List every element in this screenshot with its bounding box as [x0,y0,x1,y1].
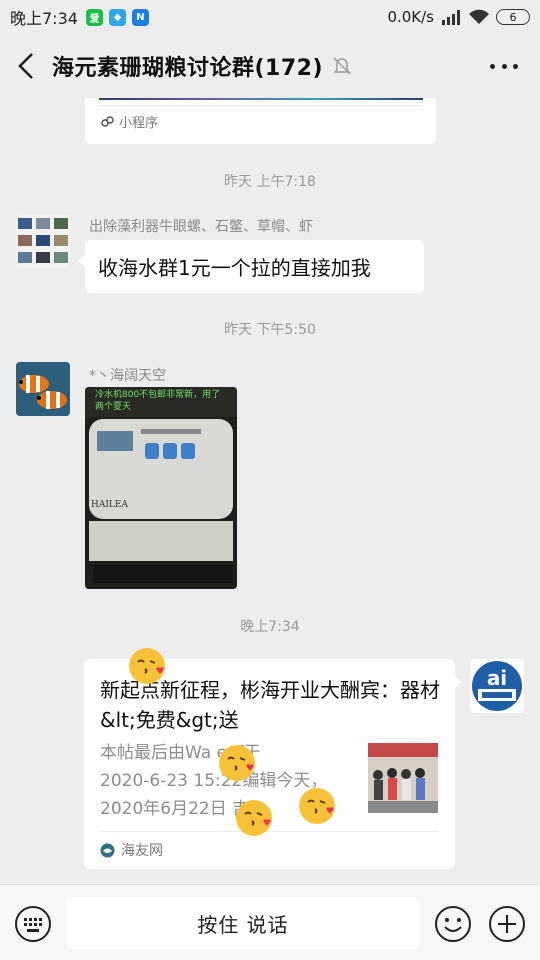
kissing-face-emoji [129,648,165,684]
sender-name: *丶海阔天空 [89,368,166,384]
site-logo-icon [100,843,115,857]
avatar[interactable] [16,362,70,416]
link-thumbnail [368,743,438,813]
status-time: 晚上7:34 [10,9,78,28]
app-icon-blue: ◆ [108,8,126,26]
more-dot [513,63,518,69]
photo-brand-text: HAILEA [91,500,128,510]
svg-text:ai: ai [487,666,507,690]
emoji-icon[interactable] [434,905,472,943]
photo-caption-overlay: 冷水机800不包邮非常新，用了两个夏天 [95,390,221,412]
back-button[interactable] [0,34,52,98]
chat-messages[interactable]: 小程序 昨天 上午7:18 出除藻利器牛眼螺、石鳖、草帽、虾 收海水群1元一个拉… [0,98,540,884]
keyboard-toggle-icon[interactable] [14,905,52,943]
mini-program-divider [99,105,422,106]
self-avatar[interactable]: ai [470,659,524,713]
iqiyi-icon: 爱 [85,8,103,26]
kissing-face-emoji [299,788,335,824]
clownfish-avatar-image [16,362,70,416]
kissing-face-emoji [219,745,255,781]
mini-program-label: 小程序 [119,116,159,131]
mini-program-image-strip [99,98,423,100]
link-source-name: 海友网 [121,843,163,859]
more-options-button[interactable] [484,52,524,80]
hold-to-talk-button[interactable]: 按住 说话 [66,897,420,949]
input-bar: 按住 说话 [0,884,540,960]
sender-name: 出除藻利器牛眼螺、石鳖、草帽、虾 [89,219,313,235]
message-bubble[interactable]: 收海水群1元一个拉的直接加我 [78,240,424,293]
avatar[interactable] [16,214,70,268]
chiller-photo-image [85,387,237,589]
link-thumbnail-image [368,743,438,813]
n-app-icon: N [131,8,149,26]
status-bar: 晚上7:34 爱 ◆ N 0.0K/s 6 [0,0,540,34]
chiller-photo[interactable]: 冷水机800不包邮非常新，用了两个夏天 HAILEA [85,387,237,589]
more-dot [501,63,507,69]
chat-title[interactable]: 海元素珊瑚粮讨论群(172) [52,50,323,82]
self-avatar-image: ai [470,659,524,713]
mini-program-icon [101,116,114,127]
plus-icon[interactable] [488,905,526,943]
mute-bell-icon [333,57,351,75]
timestamp: 昨天 上午7:18 [224,174,316,190]
battery-level: 6 [509,10,517,24]
message-text: 收海水群1元一个拉的直接加我 [98,256,371,280]
chat-header: 海元素珊瑚粮讨论群(172) [0,34,540,98]
battery-icon: 6 [496,9,530,25]
chevron-left-icon [18,53,33,79]
more-dot [490,63,495,69]
avatar-image [16,214,70,268]
mini-program-card[interactable]: 小程序 [85,98,436,144]
timestamp: 昨天 下午5:50 [224,322,316,338]
timestamp: 晚上7:34 [240,619,300,635]
kissing-face-emoji [236,800,272,836]
network-speed: 0.0K/s [387,8,434,26]
mini-program-label-row: 小程序 [101,112,158,131]
wifi-icon [469,9,489,24]
signal-icon [442,10,460,25]
link-source: 海友网 [100,840,163,860]
